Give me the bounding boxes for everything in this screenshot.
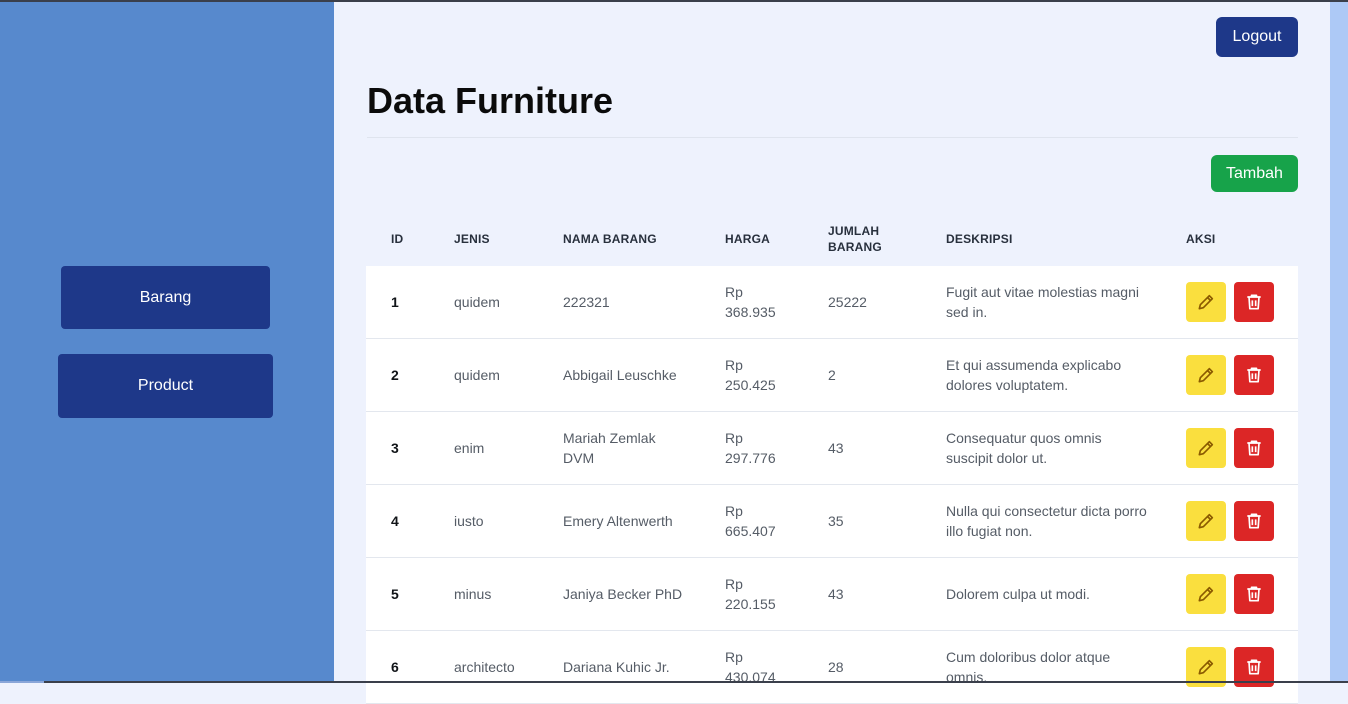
pencil-icon <box>1196 657 1216 677</box>
cell-deskripsi: Dolorem culpa ut modi. <box>946 586 1090 602</box>
trash-icon <box>1244 292 1264 312</box>
pencil-icon <box>1196 438 1216 458</box>
cell-harga: Rp 250.425 <box>725 357 776 393</box>
cell-id: 1 <box>391 294 399 310</box>
cell-id: 5 <box>391 586 399 602</box>
cell-jumlah-barang: 35 <box>828 513 844 529</box>
cell-deskripsi: Consequatur quos omnis suscipit dolor ut… <box>946 430 1102 466</box>
edit-button[interactable] <box>1186 574 1226 614</box>
column-header-deskripsi: DESKRIPSI <box>946 232 1013 246</box>
edit-button[interactable] <box>1186 282 1226 322</box>
cell-nama-barang: Abbigail Leuschke <box>563 367 677 383</box>
trash-icon <box>1244 511 1264 531</box>
column-header-aksi: AKSI <box>1186 232 1216 246</box>
logout-button[interactable]: Logout <box>1216 17 1298 57</box>
cell-jumlah-barang: 2 <box>828 367 836 383</box>
column-header-nama-barang: NAMA BARANG <box>563 232 657 246</box>
cell-harga: Rp 368.935 <box>725 284 776 320</box>
table-row: 5 minus Janiya Becker PhD Rp 220.155 43 … <box>366 558 1298 631</box>
edit-button[interactable] <box>1186 501 1226 541</box>
cell-nama-barang: Mariah Zemlak DVM <box>563 430 656 466</box>
cell-jumlah-barang: 43 <box>828 440 844 456</box>
pencil-icon <box>1196 584 1216 604</box>
cell-jenis: minus <box>454 586 492 602</box>
sidebar-item-label: Barang <box>139 288 192 306</box>
sidebar-item-barang[interactable]: Barang <box>61 266 270 329</box>
trash-icon <box>1244 657 1264 677</box>
delete-button[interactable] <box>1234 428 1274 468</box>
table-row: 6 architecto Dariana Kuhic Jr. Rp 430.07… <box>366 631 1298 704</box>
cell-id: 3 <box>391 440 399 456</box>
sidebar: Barang Product <box>0 2 334 683</box>
table-row: 3 enim Mariah Zemlak DVM Rp 297.776 43 C… <box>366 412 1298 485</box>
cell-jenis: enim <box>454 440 485 456</box>
cell-jenis: architecto <box>454 659 515 675</box>
cell-harga: Rp 297.776 <box>725 430 776 466</box>
column-header-jumlah-barang: JUMLAH BARANG <box>828 224 882 254</box>
cell-deskripsi: Et qui assumenda explicabo dolores volup… <box>946 357 1122 393</box>
delete-button[interactable] <box>1234 282 1274 322</box>
cell-deskripsi: Fugit aut vitae molestias magni sed in. <box>946 284 1139 320</box>
delete-button[interactable] <box>1234 355 1274 395</box>
pencil-icon <box>1196 365 1216 385</box>
page-title: Data Furniture <box>367 80 614 121</box>
cell-id: 2 <box>391 367 399 383</box>
column-header-id: ID <box>391 232 404 246</box>
trash-icon <box>1244 584 1264 604</box>
cell-jumlah-barang: 28 <box>828 659 844 675</box>
cell-nama-barang: Dariana Kuhic Jr. <box>563 659 670 675</box>
pencil-icon <box>1196 511 1216 531</box>
scrollbar-track[interactable] <box>1330 2 1348 683</box>
add-item-label: Tambah <box>1226 164 1283 182</box>
table-body: 1 quidem 222321 Rp 368.935 25222 Fugit a… <box>366 266 1298 704</box>
cell-id: 4 <box>391 513 399 529</box>
table-row: 1 quidem 222321 Rp 368.935 25222 Fugit a… <box>366 266 1298 339</box>
column-header-harga: HARGA <box>725 232 770 246</box>
cell-nama-barang: 222321 <box>563 294 610 310</box>
main-content: Logout Data Furniture Tambah ID JENIS NA… <box>334 2 1330 704</box>
sidebar-item-product[interactable]: Product <box>58 354 273 418</box>
cell-jenis: quidem <box>454 294 500 310</box>
cell-jumlah-barang: 43 <box>828 586 844 602</box>
logout-label: Logout <box>1232 28 1282 45</box>
trash-icon <box>1244 365 1264 385</box>
edit-button[interactable] <box>1186 428 1226 468</box>
cell-nama-barang: Emery Altenwerth <box>563 513 673 529</box>
cell-harga: Rp 220.155 <box>725 576 776 612</box>
sidebar-item-label: Product <box>137 377 194 394</box>
pencil-icon <box>1196 292 1216 312</box>
cell-id: 6 <box>391 659 399 675</box>
window-top-border <box>0 0 1348 2</box>
edit-button[interactable] <box>1186 355 1226 395</box>
cell-harga: Rp 665.407 <box>725 503 776 539</box>
cell-jenis: quidem <box>454 367 500 383</box>
table-row: 2 quidem Abbigail Leuschke Rp 250.425 2 … <box>366 339 1298 412</box>
table-row: 4 iusto Emery Altenwerth Rp 665.407 35 N… <box>366 485 1298 558</box>
delete-button[interactable] <box>1234 501 1274 541</box>
cell-nama-barang: Janiya Becker PhD <box>563 586 683 602</box>
cell-jenis: iusto <box>454 513 484 529</box>
trash-icon <box>1244 438 1264 458</box>
cell-jumlah-barang: 25222 <box>828 294 867 310</box>
cell-deskripsi: Nulla qui consectetur dicta porro illo f… <box>946 503 1147 539</box>
column-header-jenis: JENIS <box>454 232 490 246</box>
delete-button[interactable] <box>1234 574 1274 614</box>
title-divider <box>367 137 1298 138</box>
table-header: ID JENIS NAMA BARANG HARGA JUMLAH BARANG… <box>366 212 1298 266</box>
add-item-button[interactable]: Tambah <box>1211 155 1298 192</box>
